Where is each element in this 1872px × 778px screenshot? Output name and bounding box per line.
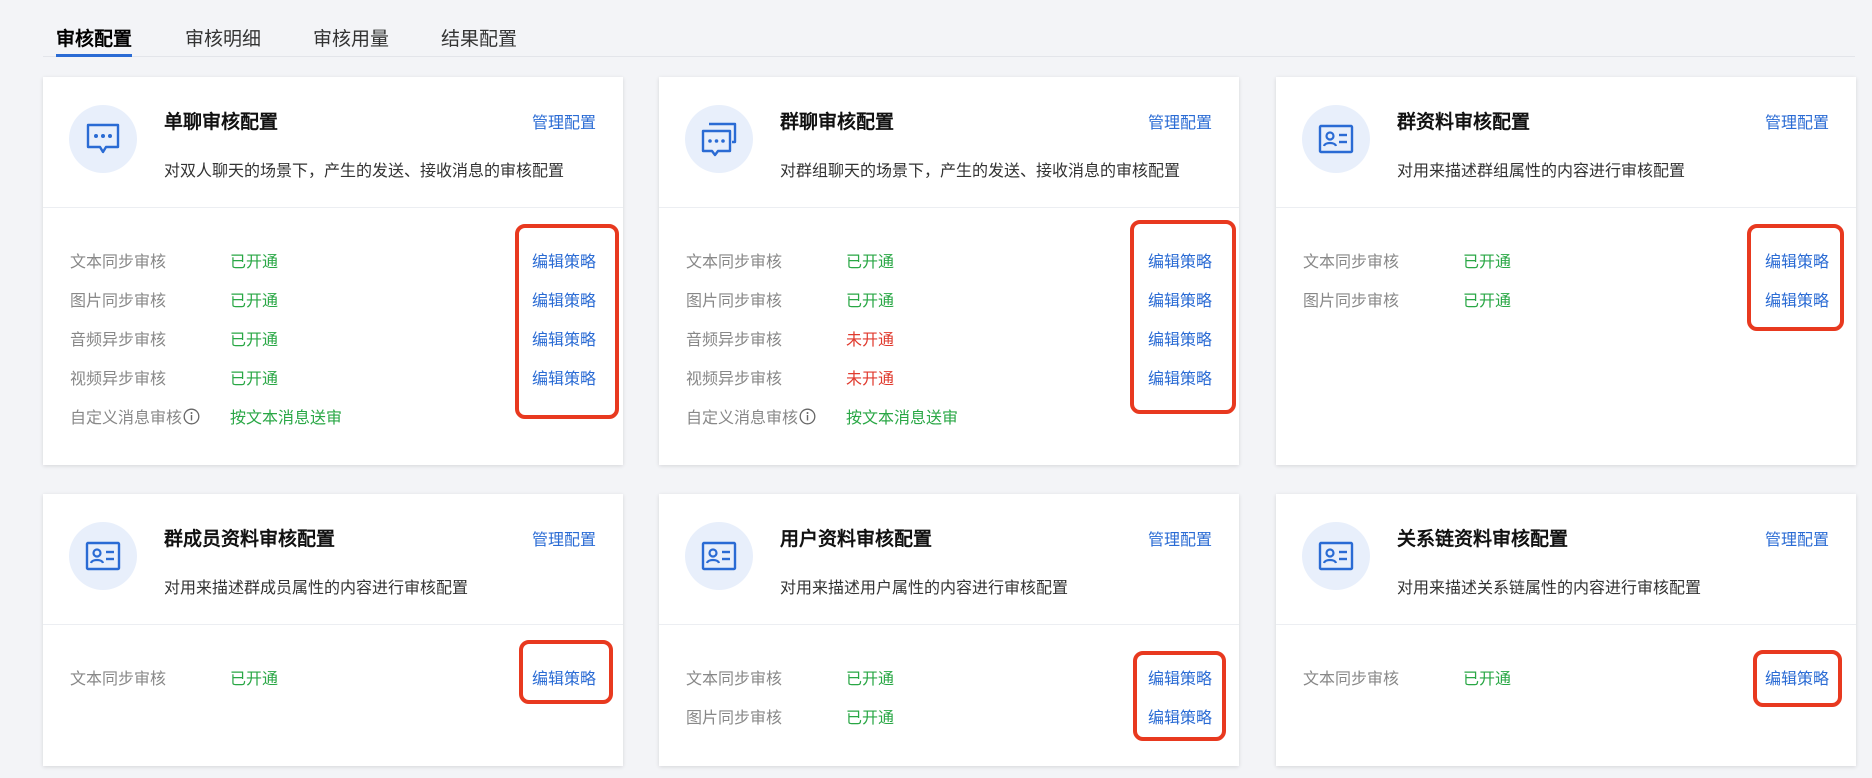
status-text: 按文本消息送审 <box>230 408 343 427</box>
card-title: 单聊审核配置 <box>164 111 279 133</box>
row-label: 图片同步审核 <box>1303 291 1400 310</box>
card-header: 群资料审核配置 管理配置 对用来描述群组属性的内容进行审核配置 <box>1276 77 1856 208</box>
edit-policy-link[interactable]: 编辑策略 <box>532 665 596 689</box>
card-description: 对用来描述群成员属性的内容进行审核配置 <box>164 578 469 597</box>
status-text: 已开通 <box>230 669 279 688</box>
card-group-profile: 群资料审核配置 管理配置 对用来描述群组属性的内容进行审核配置 文本同步审核已开… <box>1276 77 1856 465</box>
card-group-chat: 群聊审核配置 管理配置 对群组聊天的场景下，产生的发送、接收消息的审核配置 文本… <box>659 77 1239 465</box>
edit-policy-link[interactable]: 编辑策略 <box>532 365 596 389</box>
card-header: 群聊审核配置 管理配置 对群组聊天的场景下，产生的发送、接收消息的审核配置 <box>659 77 1239 208</box>
edit-policy-link[interactable]: 编辑策略 <box>1148 248 1212 272</box>
edit-policy-link[interactable]: 编辑策略 <box>1148 365 1212 389</box>
info-icon[interactable] <box>183 408 200 429</box>
manage-config-link[interactable]: 管理配置 <box>1148 526 1212 550</box>
tab-result-config[interactable]: 结果配置 <box>441 24 517 56</box>
profile-card-icon <box>1302 105 1370 173</box>
status-text: 未开通 <box>846 369 895 388</box>
row-label: 自定义消息审核 <box>686 408 799 427</box>
status-text: 未开通 <box>846 330 895 349</box>
row-label: 音频异步审核 <box>70 330 167 349</box>
tab-review-usage[interactable]: 审核用量 <box>313 24 389 56</box>
status-text: 按文本消息送审 <box>846 408 959 427</box>
profile-card-icon <box>69 522 137 590</box>
card-header: 单聊审核配置 管理配置 对双人聊天的场景下，产生的发送、接收消息的审核配置 <box>43 77 623 208</box>
edit-policy-link[interactable]: 编辑策略 <box>532 248 596 272</box>
card-description: 对群组聊天的场景下，产生的发送、接收消息的审核配置 <box>780 161 1181 180</box>
edit-policy-link[interactable]: 编辑策略 <box>1148 326 1212 350</box>
card-description: 对用来描述群组属性的内容进行审核配置 <box>1397 161 1686 180</box>
card-title: 群聊审核配置 <box>780 111 895 133</box>
chat-bubble-icon <box>69 105 137 173</box>
manage-config-link[interactable]: 管理配置 <box>1148 109 1212 133</box>
tab-review-config[interactable]: 审核配置 <box>56 24 133 57</box>
manage-config-link[interactable]: 管理配置 <box>532 109 596 133</box>
status-text: 已开通 <box>230 252 279 271</box>
row-label: 视频异步审核 <box>686 369 783 388</box>
edit-policy-link[interactable]: 编辑策略 <box>532 326 596 350</box>
card-description: 对用来描述关系链属性的内容进行审核配置 <box>1397 578 1702 597</box>
status-text: 已开通 <box>1463 669 1512 688</box>
row-label: 文本同步审核 <box>1303 669 1400 688</box>
profile-card-icon <box>685 522 753 590</box>
row-label: 文本同步审核 <box>70 669 167 688</box>
info-icon[interactable] <box>799 408 816 429</box>
status-text: 已开通 <box>230 291 279 310</box>
row-label: 图片同步审核 <box>70 291 167 310</box>
row-label: 图片同步审核 <box>686 291 783 310</box>
manage-config-link[interactable]: 管理配置 <box>1765 109 1829 133</box>
card-description: 对用来描述用户属性的内容进行审核配置 <box>780 578 1069 597</box>
card-header: 关系链资料审核配置 管理配置 对用来描述关系链属性的内容进行审核配置 <box>1276 494 1856 625</box>
card-single-chat: 单聊审核配置 管理配置 对双人聊天的场景下，产生的发送、接收消息的审核配置 文本… <box>43 77 623 465</box>
edit-policy-link[interactable]: 编辑策略 <box>1765 287 1829 311</box>
card-title: 群成员资料审核配置 <box>164 528 336 550</box>
tab-review-details[interactable]: 审核明细 <box>185 24 261 56</box>
row-label: 图片同步审核 <box>686 708 783 727</box>
card-title: 用户资料审核配置 <box>780 528 933 550</box>
status-text: 已开通 <box>1463 291 1512 310</box>
status-text: 已开通 <box>1463 252 1512 271</box>
card-user-profile: 用户资料审核配置 管理配置 对用来描述用户属性的内容进行审核配置 文本同步审核已… <box>659 494 1239 766</box>
status-text: 已开通 <box>230 369 279 388</box>
card-relationship-profile: 关系链资料审核配置 管理配置 对用来描述关系链属性的内容进行审核配置 文本同步审… <box>1276 494 1856 766</box>
status-text: 已开通 <box>846 291 895 310</box>
card-header: 群成员资料审核配置 管理配置 对用来描述群成员属性的内容进行审核配置 <box>43 494 623 625</box>
status-text: 已开通 <box>846 252 895 271</box>
row-label: 文本同步审核 <box>1303 252 1400 271</box>
manage-config-link[interactable]: 管理配置 <box>532 526 596 550</box>
card-title: 关系链资料审核配置 <box>1397 528 1569 550</box>
tab-bar: 审核配置 审核明细 审核用量 结果配置 <box>43 0 1855 57</box>
row-label: 文本同步审核 <box>686 669 783 688</box>
edit-policy-link[interactable]: 编辑策略 <box>1765 248 1829 272</box>
edit-policy-link[interactable]: 编辑策略 <box>1148 704 1212 728</box>
edit-policy-link[interactable]: 编辑策略 <box>1765 665 1829 689</box>
card-title: 群资料审核配置 <box>1397 111 1531 133</box>
row-label: 文本同步审核 <box>70 252 167 271</box>
status-text: 已开通 <box>230 330 279 349</box>
edit-policy-link[interactable]: 编辑策略 <box>1148 287 1212 311</box>
card-group-member-profile: 群成员资料审核配置 管理配置 对用来描述群成员属性的内容进行审核配置 文本同步审… <box>43 494 623 766</box>
group-chat-icon <box>685 105 753 173</box>
row-label: 自定义消息审核 <box>70 408 183 427</box>
status-text: 已开通 <box>846 708 895 727</box>
card-description: 对双人聊天的场景下，产生的发送、接收消息的审核配置 <box>164 161 565 180</box>
row-label: 音频异步审核 <box>686 330 783 349</box>
card-header: 用户资料审核配置 管理配置 对用来描述用户属性的内容进行审核配置 <box>659 494 1239 625</box>
edit-policy-link[interactable]: 编辑策略 <box>532 287 596 311</box>
edit-policy-link[interactable]: 编辑策略 <box>1148 665 1212 689</box>
row-label: 视频异步审核 <box>70 369 167 388</box>
profile-card-icon <box>1302 522 1370 590</box>
manage-config-link[interactable]: 管理配置 <box>1765 526 1829 550</box>
row-label: 文本同步审核 <box>686 252 783 271</box>
status-text: 已开通 <box>846 669 895 688</box>
